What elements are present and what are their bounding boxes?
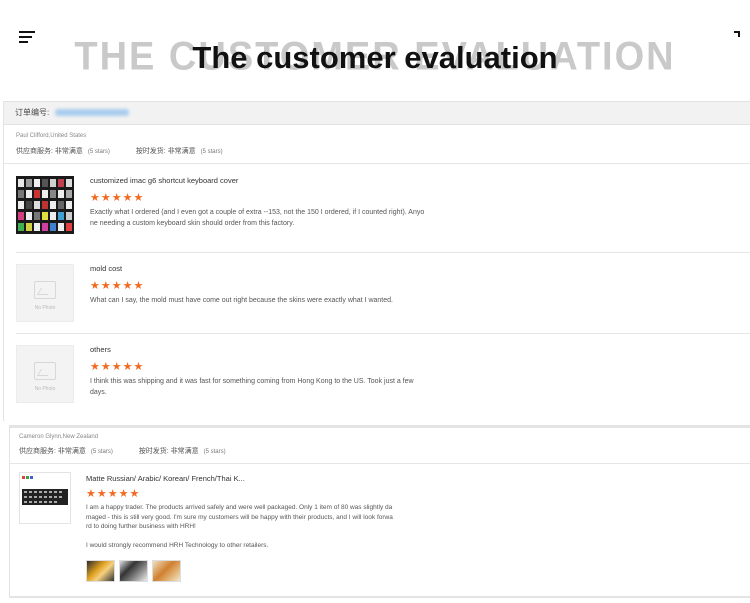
review-line: ne needing a custom keyboard skin should… [90, 219, 295, 227]
shipping-stars: (5 stars) [200, 149, 223, 155]
review-photo-thumbnail-1[interactable] [86, 560, 115, 582]
product-photo-keyboard-stickers[interactable] [19, 472, 71, 524]
buyer-name: Paul Clifford,United States [16, 133, 87, 139]
review-text: I think this was shipping and it was fas… [90, 377, 414, 398]
shipping-label: 按时发货: [138, 448, 169, 455]
item-title[interactable]: Matte Russian/ Arabic/ Korean/ French/Th… [86, 474, 245, 483]
item-title[interactable]: customized imac g6 shortcut keyboard cov… [90, 176, 238, 185]
review-line: maged - this is still very good. I'm sur… [86, 513, 393, 521]
shop-ratings: 供应商服务: 非常满意 (5 stars) 按时发货: 非常满意 (5 star… [19, 446, 226, 456]
no-photo-label: No Photo [34, 386, 56, 392]
no-photo-placeholder: No Photo [16, 345, 74, 403]
no-photo-label: No Photo [34, 305, 56, 311]
review-photo-thumbnail-2[interactable] [119, 560, 148, 582]
review-photo-thumbnail-3[interactable] [152, 560, 181, 582]
supplier-service-value: 非常满意 [54, 148, 83, 155]
page-title-block: THE CUSTOMER EVALUATION The customer eva… [0, 35, 750, 80]
evaluation-card-2: Cameron Glynn,New Zealand 供应商服务: 非常满意 (5… [9, 425, 750, 598]
review-line: What can I say, the mold must have come … [90, 297, 393, 304]
item-title[interactable]: others [90, 345, 111, 354]
item-title[interactable]: mold cost [90, 264, 122, 273]
product-photo-keyboard-cover[interactable] [16, 176, 74, 234]
keyboard-cover-image [16, 176, 74, 234]
star-rating: ★★★★★ [90, 361, 145, 373]
review-text: What can I say, the mold must have come … [90, 296, 393, 307]
order-number-label: 订单编号: [15, 108, 50, 117]
image-placeholder-icon [34, 281, 56, 299]
supplier-service-label: 供应商服务: [19, 448, 56, 455]
review-text: Exactly what I ordered (and I even got a… [90, 208, 424, 229]
review-line: I would strongly recommend HRH Technolog… [86, 542, 269, 549]
supplier-service-label: 供应商服务: [16, 148, 53, 155]
no-photo-placeholder: No Photo [16, 264, 74, 322]
star-rating: ★★★★★ [90, 192, 145, 204]
image-placeholder-icon [34, 362, 56, 380]
review-line: rd to doing further business with HRH! [86, 523, 196, 530]
review-line: I think this was shipping and it was fas… [90, 378, 414, 385]
shipping-value: 非常满意 [170, 448, 199, 455]
supplier-service-stars: (5 stars) [90, 449, 113, 455]
shipping-value: 非常满意 [167, 148, 196, 155]
shipping-stars: (5 stars) [203, 449, 226, 455]
order-number-value-blurred [55, 109, 130, 117]
shop-ratings: 供应商服务: 非常满意 (5 stars) 按时发货: 非常满意 (5 star… [16, 146, 223, 156]
shipping-label: 按时发货: [135, 148, 166, 155]
order-number-bar: 订单编号: [4, 101, 750, 125]
star-rating: ★★★★★ [86, 488, 141, 500]
evaluation-card-1: 订单编号: Paul Clifford,United States 供应商服务:… [3, 101, 750, 421]
review-line: days. [90, 388, 107, 396]
keyboard-stickers-image [22, 476, 68, 505]
supplier-service-stars: (5 stars) [87, 149, 110, 155]
review-line: I am a happy trader. The products arrive… [86, 504, 393, 511]
star-rating: ★★★★★ [90, 280, 145, 292]
review-line [86, 532, 393, 542]
review-line: Exactly what I ordered (and I even got a… [90, 209, 425, 216]
review-text: I am a happy trader. The products arrive… [86, 503, 393, 551]
page-title: The customer evaluation [192, 40, 558, 75]
supplier-service-value: 非常满意 [57, 448, 86, 455]
buyer-name: Cameron Glynn,New Zealand [19, 434, 99, 440]
